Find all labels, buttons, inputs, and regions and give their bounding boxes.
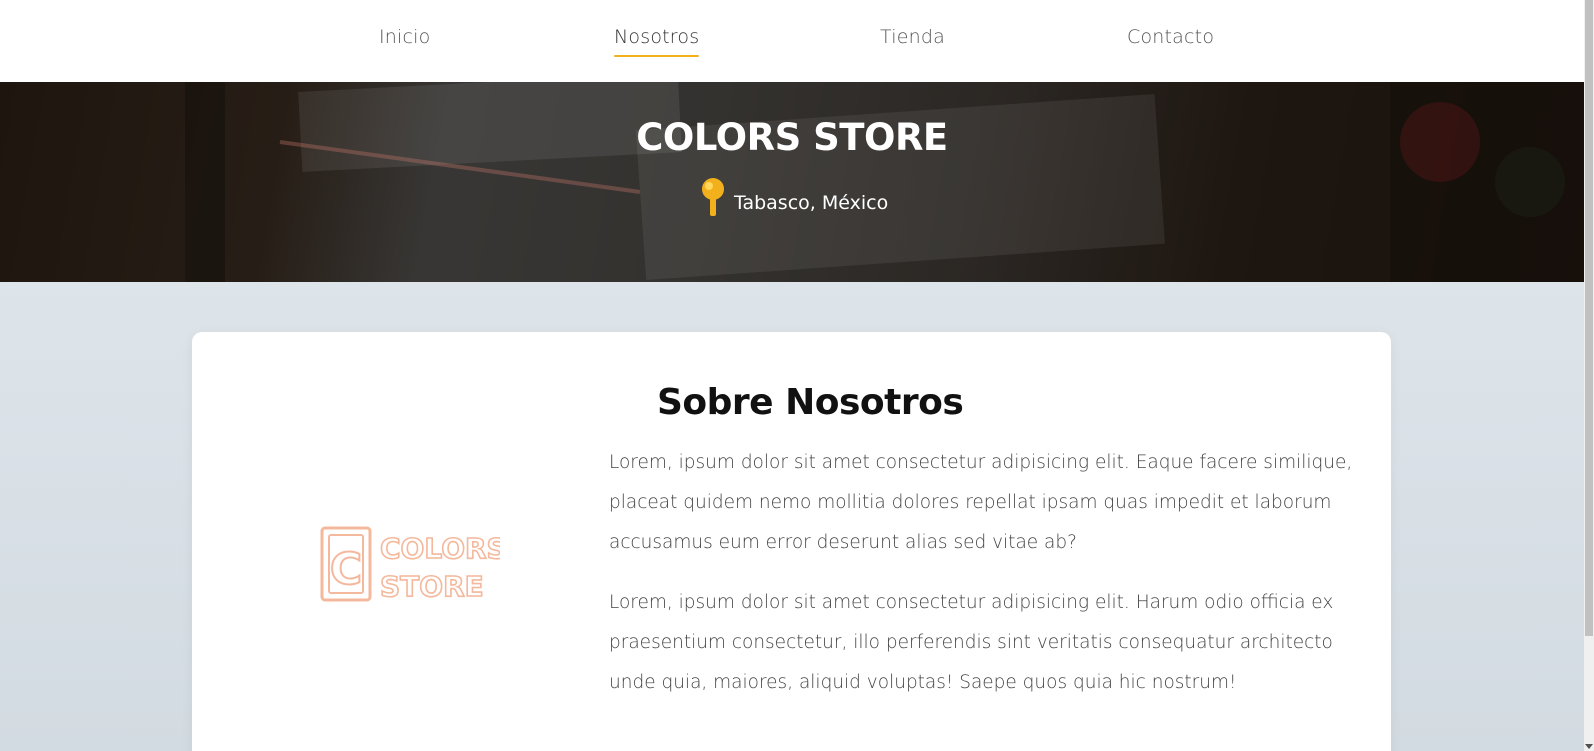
nav-link-contacto[interactable]: Contacto — [1127, 26, 1214, 48]
hero-banner: COLORS STORE Tabasco, México — [0, 82, 1584, 282]
scrollbar-thumb[interactable] — [1585, 0, 1593, 636]
location-text: Tabasco, México — [734, 192, 889, 214]
svg-text:STORE: STORE — [380, 570, 484, 602]
hero-title: COLORS STORE — [636, 116, 948, 159]
svg-text:C: C — [330, 544, 362, 595]
colors-store-logo: C COLORS STORE — [320, 526, 500, 602]
nav-link-nosotros[interactable]: Nosotros — [614, 26, 700, 57]
scroll-down-arrow-icon[interactable] — [1585, 744, 1593, 749]
page: Inicio Nosotros Tienda Contacto COLORS S… — [0, 0, 1584, 751]
navbar: Inicio Nosotros Tienda Contacto — [0, 0, 1584, 82]
map-pin-icon — [702, 178, 724, 216]
nav-link-inicio[interactable]: Inicio — [379, 26, 430, 48]
about-paragraph-2: Lorem, ipsum dolor sit amet consectetur … — [609, 592, 1334, 693]
about-paragraph-1: Lorem, ipsum dolor sit amet consectetur … — [609, 452, 1353, 553]
hero-location: Tabasco, México — [700, 177, 888, 217]
about-card: C COLORS STORE Sobre Nosotros Lorem, ips… — [192, 332, 1391, 751]
about-title: Sobre Nosotros — [657, 382, 964, 423]
nav-link-tienda[interactable]: Tienda — [880, 26, 945, 48]
vertical-scrollbar[interactable] — [1584, 0, 1594, 751]
svg-text:COLORS: COLORS — [380, 532, 500, 565]
